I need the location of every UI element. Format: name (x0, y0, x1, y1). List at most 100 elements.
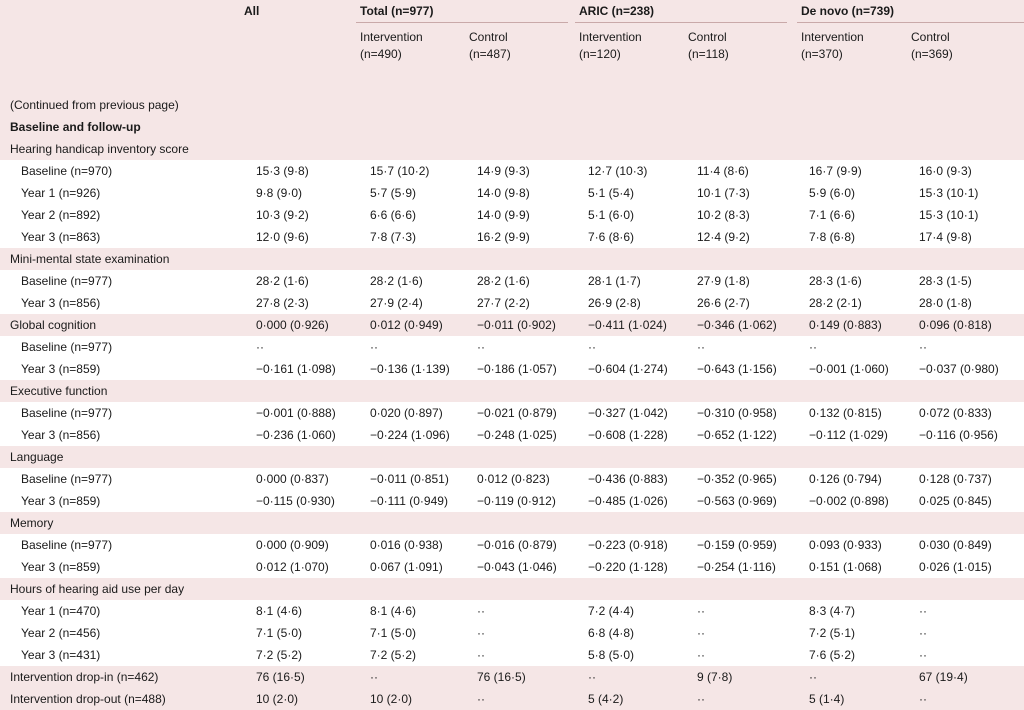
table-row: Year 3 (n=856) −0·236 (1·060) −0·224 (1·09… (0, 424, 1024, 446)
table-cell: ·· (697, 340, 705, 354)
table-cell: 10·3 (9·2) (256, 208, 309, 222)
table-cell: 0·016 (0·938) (370, 538, 443, 552)
table-cell: −0·563 (0·969) (697, 494, 777, 508)
table-cell: 28·1 (1·7) (588, 274, 641, 288)
table-cell: 28·2 (1·6) (477, 274, 530, 288)
table-cell: 8·1 (4·6) (370, 604, 417, 618)
table-cell: 0·096 (0·818) (919, 318, 992, 332)
table-cell: 10 (2·0) (256, 692, 299, 706)
table-cell: ·· (919, 604, 927, 618)
table-cell: 16·2 (9·9) (477, 230, 530, 244)
continued-note: (Continued from previous page) (0, 94, 1024, 116)
table-cell: 6·6 (6·6) (370, 208, 417, 222)
header-all: All (244, 4, 260, 18)
table-cell: 8·1 (4·6) (256, 604, 303, 618)
table-cell: −0·001 (1·060) (809, 362, 889, 376)
table-cell: −0·021 (0·879) (477, 406, 557, 420)
table-cell: 27·7 (2·2) (477, 296, 530, 310)
table-row: Year 3 (n=859) −0·161 (1·098) −0·136 (1·13… (0, 358, 1024, 380)
table-cell: −0·248 (1·025) (477, 428, 557, 442)
table-cell: ·· (370, 340, 378, 354)
table-cell: ·· (477, 692, 485, 706)
table-cell: −0·116 (0·956) (919, 428, 998, 442)
table-cell: −0·043 (1·046) (477, 560, 557, 574)
table-row: Year 3 (n=859) −0·115 (0·930) −0·111 (0·94… (0, 490, 1024, 512)
table-cell: 0·026 (1·015) (919, 560, 992, 574)
table-cell: 10·2 (8·3) (697, 208, 750, 222)
table-cell: 12·0 (9·6) (256, 230, 309, 244)
row-label: Year 3 (n=856) (21, 296, 101, 310)
header-denovo-intervention: Intervention (n=370) (801, 30, 864, 61)
table-cell: 7·8 (7·3) (370, 230, 417, 244)
row-label: Baseline (n=977) (21, 274, 113, 288)
table-cell: 10·1 (7·3) (697, 186, 750, 200)
table-cell: 5 (4·2) (588, 692, 624, 706)
table-cell: −0·115 (0·930) (256, 494, 335, 508)
table-cell: 67 (19·4) (919, 670, 968, 684)
row-label: Executive function (10, 384, 108, 398)
table-cell: −0·604 (1·274) (588, 362, 668, 376)
header-total: Total (n=977) (360, 4, 434, 18)
table-cell: −0·352 (0·965) (697, 472, 777, 486)
table-row: Baseline (n=977) 0·000 (0·909) 0·016 (0·93… (0, 534, 1024, 556)
table-cell: ·· (697, 648, 705, 662)
header-aric-intervention: Intervention (n=120) (579, 30, 642, 61)
header-aric-control: Control (n=118) (688, 30, 729, 61)
table-cell: 0·093 (0·933) (809, 538, 882, 552)
section-row: Hearing handicap inventory score (0, 138, 1024, 160)
row-label: Mini-mental state examination (10, 252, 170, 266)
table-row: Baseline (n=977) 0·000 (0·837) −0·011 (0·8… (0, 468, 1024, 490)
table-cell: 28·2 (1·6) (256, 274, 309, 288)
table-cell: 9 (7·8) (697, 670, 733, 684)
table-cell: ·· (588, 340, 596, 354)
table-row: Year 2 (n=892) 10·3 (9·2) 6·6 (6·6) 14·0 (9… (0, 204, 1024, 226)
table-cell: −0·011 (0·851) (370, 472, 449, 486)
row-label: Baseline (n=977) (21, 538, 113, 552)
table-cell: −0·346 (1·062) (697, 318, 777, 332)
table-cell: 7·2 (4·4) (588, 604, 635, 618)
table-cell: ·· (370, 670, 378, 684)
table-cell: 27·9 (2·4) (370, 296, 423, 310)
table-cell: 7·8 (6·8) (809, 230, 856, 244)
table-cell: 0·030 (0·849) (919, 538, 992, 552)
table-cell: −0·220 (1·128) (588, 560, 668, 574)
table-cell: 11·4 (8·6) (697, 164, 749, 178)
header-total-intervention: Intervention (n=490) (360, 30, 423, 61)
table-cell: 14·9 (9·3) (477, 164, 530, 178)
table-cell: −0·136 (1·139) (370, 362, 450, 376)
row-label: Year 3 (n=431) (21, 648, 101, 662)
table-cell: 0·072 (0·833) (919, 406, 992, 420)
table-cell: 28·2 (1·6) (370, 274, 423, 288)
table-row: Year 3 (n=859) 0·012 (1·070) 0·067 (1·091)… (0, 556, 1024, 578)
table-cell: 0·126 (0·794) (809, 472, 882, 486)
table-cell: 7·1 (6·6) (809, 208, 856, 222)
table-cell: 15·3 (9·8) (256, 164, 309, 178)
table-cell: −0·223 (0·918) (588, 538, 668, 552)
table-cell: 5·7 (5·9) (370, 186, 417, 200)
table-row: Year 2 (n=456) 7·1 (5·0) 7·1 (5·0) ·· 6·8 (4… (0, 622, 1024, 644)
table-cell: 0·012 (0·823) (477, 472, 550, 486)
table-row: Baseline (n=977) 28·2 (1·6) 28·2 (1·6) 28·2… (0, 270, 1024, 292)
section-row: Executive function (0, 380, 1024, 402)
table-cell: −0·119 (0·912) (477, 494, 556, 508)
row-label: Intervention drop-in (n=462) (10, 670, 159, 684)
table-cell: −0·001 (0·888) (256, 406, 336, 420)
row-label: Year 3 (n=863) (21, 230, 101, 244)
table-cell: 14·0 (9·9) (477, 208, 530, 222)
row-label: Hours of hearing aid use per day (10, 582, 185, 596)
table-cell: 0·067 (1·091) (370, 560, 443, 574)
table-cell: ·· (697, 626, 705, 640)
table-cell: 0·025 (0·845) (919, 494, 992, 508)
section-row: Memory (0, 512, 1024, 534)
header-rule-denovo (797, 22, 1024, 23)
table-cell: 15·3 (10·1) (919, 208, 979, 222)
table-row: Year 1 (n=926) 9·8 (9·0) 5·7 (5·9) 14·0 (9·… (0, 182, 1024, 204)
table-cell: −0·186 (1·057) (477, 362, 557, 376)
table-cell: 10 (2·0) (370, 692, 413, 706)
table-cell: −0·485 (1·026) (588, 494, 668, 508)
row-label: Year 3 (n=859) (21, 494, 101, 508)
header-rule-total (356, 22, 568, 23)
row-label: Memory (10, 516, 54, 530)
table-cell: ·· (256, 340, 264, 354)
table-cell: 14·0 (9·8) (477, 186, 530, 200)
